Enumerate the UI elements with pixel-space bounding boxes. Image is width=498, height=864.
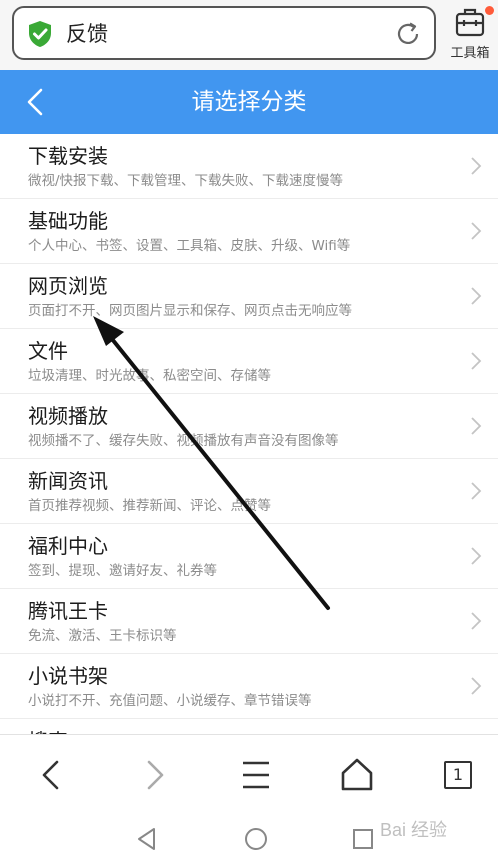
- system-recents-icon[interactable]: [350, 826, 376, 852]
- notification-dot: [485, 6, 494, 15]
- address-text: 反馈: [66, 22, 108, 46]
- category-description: 小说打不开、充值问题、小说缓存、章节错误等: [28, 693, 312, 709]
- toolbox-icon: [455, 8, 485, 37]
- category-description: 页面打不开、网页图片显示和保存、网页点击无响应等: [28, 303, 352, 319]
- nav-back-icon[interactable]: [32, 755, 72, 795]
- page-title: 请选择分类: [191, 89, 307, 115]
- category-description: 签到、提现、邀请好友、礼券等: [28, 563, 217, 579]
- category-title: 文件: [28, 339, 68, 363]
- category-description: 垃圾清理、时光故事、私密空间、存储等: [28, 368, 271, 384]
- address-bar[interactable]: 反馈: [12, 6, 436, 60]
- watermark: Bai 经验: [380, 820, 448, 840]
- category-item[interactable]: 文件垃圾清理、时光故事、私密空间、存储等: [0, 329, 498, 394]
- category-item[interactable]: 搜索: [0, 719, 498, 734]
- category-description: 个人中心、书签、设置、工具箱、皮肤、升级、Wifi等: [28, 238, 351, 254]
- category-item[interactable]: 腾讯王卡免流、激活、王卡标识等: [0, 589, 498, 654]
- tab-count: 1: [444, 761, 472, 789]
- category-item[interactable]: 下载安装微视/快报下载、下载管理、下载失败、下载速度慢等: [0, 134, 498, 199]
- chevron-right-icon: [471, 222, 482, 240]
- category-title: 福利中心: [28, 534, 108, 558]
- home-icon[interactable]: [337, 755, 377, 795]
- page-header: 请选择分类: [0, 70, 498, 134]
- chevron-right-icon: [471, 677, 482, 695]
- category-item[interactable]: 新闻资讯首页推荐视频、推荐新闻、评论、点赞等: [0, 459, 498, 524]
- category-item[interactable]: 福利中心签到、提现、邀请好友、礼券等: [0, 524, 498, 589]
- chevron-right-icon: [471, 547, 482, 565]
- category-item[interactable]: 基础功能个人中心、书签、设置、工具箱、皮肤、升级、Wifi等: [0, 199, 498, 264]
- category-title: 腾讯王卡: [28, 599, 108, 623]
- tabs-button[interactable]: 1: [438, 755, 478, 795]
- top-bar: 反馈 工具箱: [0, 0, 498, 70]
- category-title: 基础功能: [28, 209, 108, 233]
- system-back-icon[interactable]: [134, 826, 160, 852]
- chevron-right-icon: [471, 417, 482, 435]
- category-item[interactable]: 小说书架小说打不开、充值问题、小说缓存、章节错误等: [0, 654, 498, 719]
- browser-nav-bar: 1: [0, 734, 498, 814]
- category-title: 新闻资讯: [28, 469, 108, 493]
- category-description: 首页推荐视频、推荐新闻、评论、点赞等: [28, 498, 271, 514]
- category-list: 下载安装微视/快报下载、下载管理、下载失败、下载速度慢等基础功能个人中心、书签、…: [0, 134, 498, 734]
- back-arrow-icon[interactable]: [20, 86, 52, 118]
- system-home-icon[interactable]: [243, 826, 269, 852]
- category-title: 视频播放: [28, 404, 108, 428]
- category-description: 微视/快报下载、下载管理、下载失败、下载速度慢等: [28, 173, 344, 189]
- category-title: 网页浏览: [28, 274, 108, 298]
- category-title: 小说书架: [28, 664, 108, 688]
- toolbox-label: 工具箱: [450, 46, 490, 61]
- menu-icon[interactable]: [236, 755, 276, 795]
- chevron-right-icon: [471, 287, 482, 305]
- chevron-right-icon: [471, 482, 482, 500]
- refresh-icon[interactable]: [394, 20, 422, 48]
- category-description: 视频播不了、缓存失败、视频播放有声音没有图像等: [28, 433, 339, 449]
- category-description: 免流、激活、王卡标识等: [28, 628, 177, 644]
- chevron-right-icon: [471, 352, 482, 370]
- category-item[interactable]: 网页浏览页面打不开、网页图片显示和保存、网页点击无响应等: [0, 264, 498, 329]
- nav-forward-icon[interactable]: [134, 755, 174, 795]
- chevron-right-icon: [471, 612, 482, 630]
- shield-check-icon: [29, 21, 51, 47]
- category-item[interactable]: 视频播放视频播不了、缓存失败、视频播放有声音没有图像等: [0, 394, 498, 459]
- category-title: 下载安装: [28, 144, 108, 168]
- toolbox-button[interactable]: 工具箱: [444, 6, 496, 62]
- chevron-right-icon: [471, 157, 482, 175]
